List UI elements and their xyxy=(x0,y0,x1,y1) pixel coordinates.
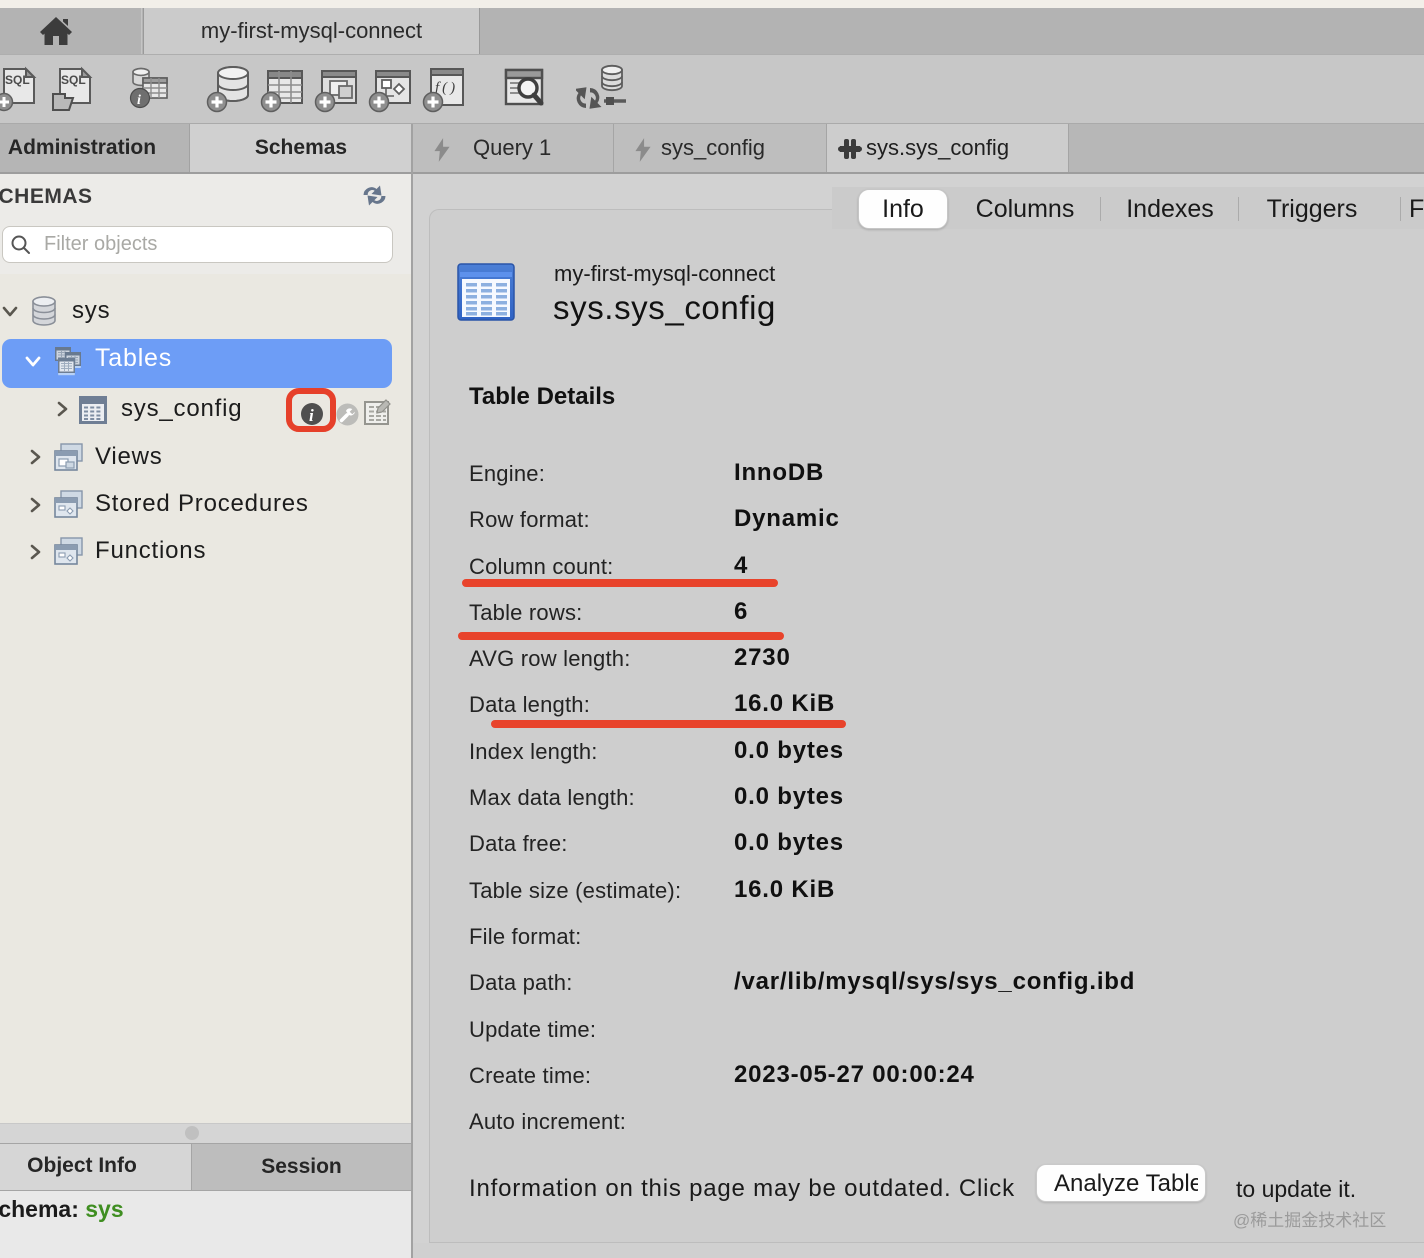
svg-text:SQL: SQL xyxy=(5,73,30,87)
svg-text:i: i xyxy=(137,93,141,108)
svg-text:SQL: SQL xyxy=(61,73,86,87)
